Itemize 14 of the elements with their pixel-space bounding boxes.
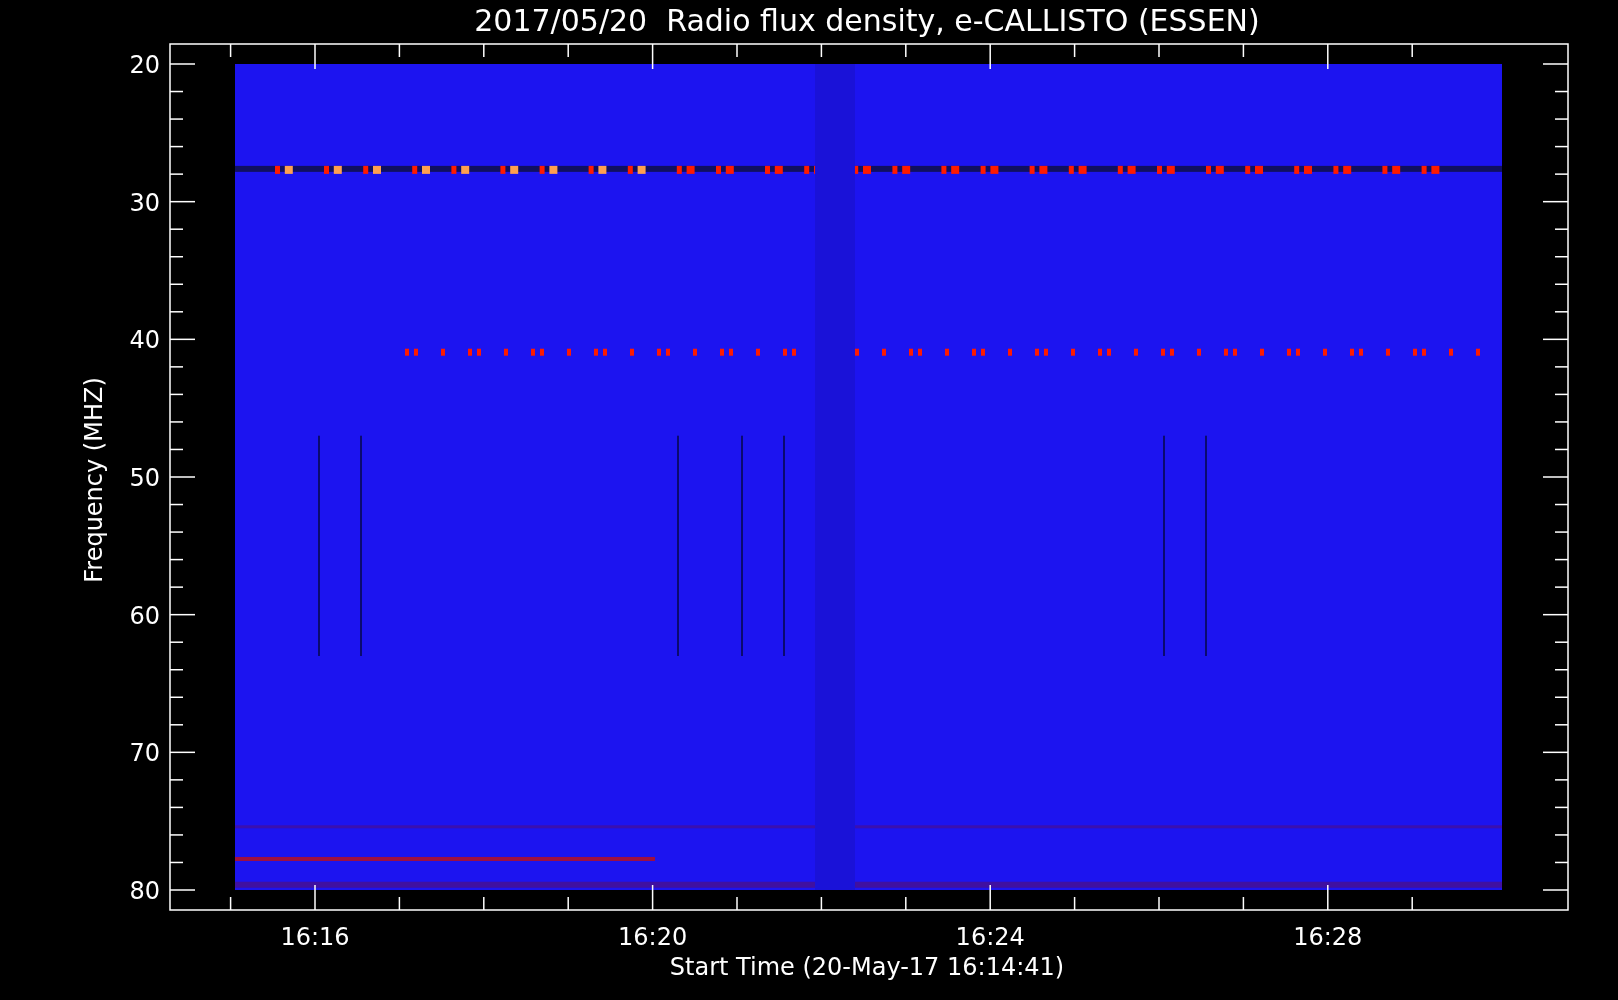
x-tick-label: 16:24	[955, 923, 1025, 951]
y-tick-label: 70	[129, 739, 160, 768]
y-tick-label: 80	[129, 877, 160, 905]
x-tick-label: 16:28	[1293, 923, 1363, 951]
y-tick-label: 20	[129, 51, 160, 79]
y-tick-label: 50	[129, 464, 160, 492]
chart-title: 2017/05/20 Radio flux density, e-CALLISTO (ESSEN)	[474, 3, 1260, 38]
y-axis-title: Frequency (MHZ)	[80, 377, 108, 583]
y-tick-label: 60	[129, 601, 160, 630]
y-tick-label: 40	[129, 326, 160, 355]
x-axis-title: Start Time (20-May-17 16:14:41)	[669, 953, 1065, 981]
x-tick-label: 16:20	[618, 923, 688, 951]
x-tick-label: 16:16	[280, 923, 350, 951]
y-tick-label: 30	[129, 188, 160, 217]
